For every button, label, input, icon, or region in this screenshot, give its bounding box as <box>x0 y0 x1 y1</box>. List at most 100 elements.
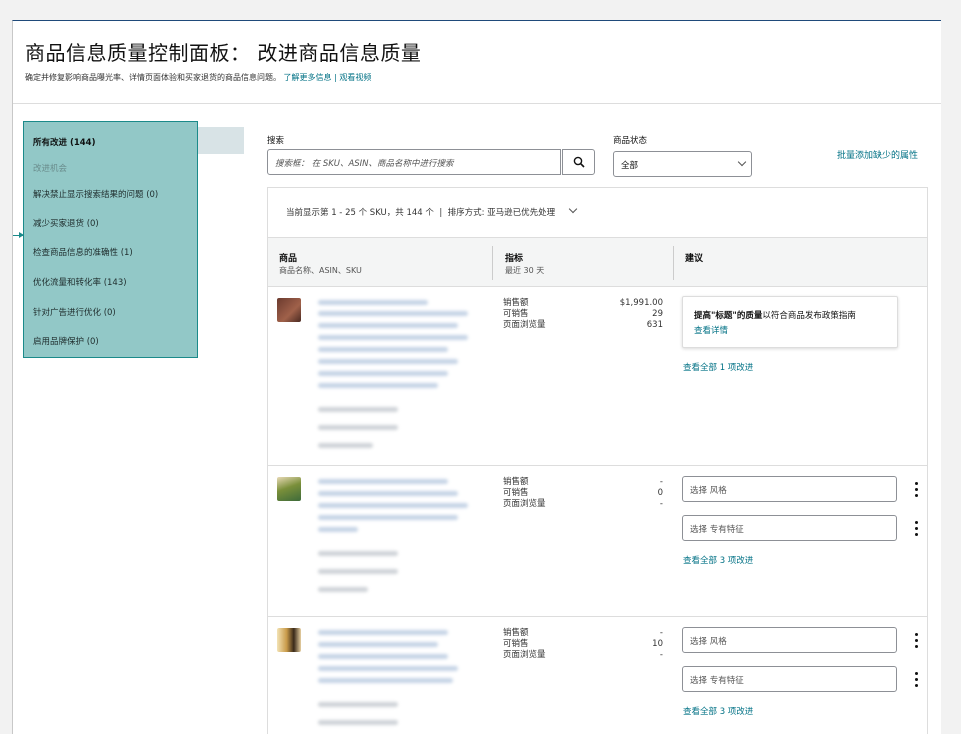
metric-labels: 销售额 可销售 页面浏览量 <box>503 298 546 331</box>
table-row: 销售额 可销售 页面浏览量 - 0 - 选择 风格 选择 专有特征 查看全部 3… <box>268 467 927 617</box>
product-thumbnail[interactable] <box>277 628 301 652</box>
search-input[interactable]: 搜索框： 在 SKU、ASIN、商品名称中进行搜索 <box>267 149 561 175</box>
more-actions-icon[interactable] <box>915 521 919 537</box>
showing-sep: | <box>439 208 443 218</box>
metric-sales-value: - <box>659 628 663 638</box>
search-placeholder: 搜索框： 在 SKU、ASIN、商品名称中进行搜索 <box>275 159 454 169</box>
product-thumbnail[interactable] <box>277 477 301 501</box>
view-all-improvements-link[interactable]: 查看全部 3 项改进 <box>683 705 753 717</box>
style-select-text: 选择 风格 <box>690 486 727 496</box>
feature-select-field[interactable]: 选择 专有特征 <box>682 666 897 692</box>
table-header: 商品 商品名称、ASIN、SKU 指标 最近 30 天 建议 <box>268 237 927 287</box>
metric-sellable-label: 可销售 <box>503 639 529 649</box>
asin-blur <box>318 407 398 412</box>
table-row: 销售额 可销售 页面浏览量 $1,991.00 29 631 提高"标题"的质量… <box>268 288 927 466</box>
metric-sales-label: 销售额 <box>503 628 529 638</box>
style-select-field[interactable]: 选择 风格 <box>682 627 897 653</box>
more-actions-icon[interactable] <box>915 482 919 498</box>
sort-chevron-down-icon[interactable] <box>568 204 578 214</box>
metric-sales-value: - <box>659 477 663 487</box>
view-all-improvements-link[interactable]: 查看全部 1 项改进 <box>683 361 753 373</box>
recommendation-card: 提高"标题"的质量以符合商品发布政策指南 查看详情 <box>682 296 898 348</box>
metric-sellable-label: 可销售 <box>503 488 529 498</box>
metric-pageviews-value: - <box>659 499 663 509</box>
metric-pageviews-label: 页面浏览量 <box>503 499 546 509</box>
product-title-blur <box>318 479 448 484</box>
product-title-blur <box>318 503 468 508</box>
product-title-blur <box>318 323 458 328</box>
col-divider <box>492 246 493 280</box>
watch-video-link[interactable]: 观看视频 <box>339 73 371 82</box>
product-title-blur <box>318 642 438 647</box>
metric-pageviews-value: 631 <box>646 320 663 330</box>
product-title-blur <box>318 527 358 532</box>
improvement-sidebar: 所有改进 (144) 改进机会 解决禁止显示搜索结果的问题 (0) 减少买家退货… <box>23 121 198 358</box>
metric-pageviews-label: 页面浏览量 <box>503 320 546 330</box>
search-button[interactable] <box>562 149 595 175</box>
search-icon <box>573 156 585 168</box>
product-title-blur <box>318 491 458 496</box>
product-title-blur <box>318 654 448 659</box>
page-subtitle: 确定并修复影响商品曝光率、详情页面体验和买家退货的商品信息问题。 了解更多信息 … <box>25 72 371 83</box>
product-title-blur <box>318 347 448 352</box>
product-title-blur <box>318 383 438 388</box>
metric-values: - 0 - <box>658 477 663 510</box>
sidebar-item-traffic[interactable]: 优化流量和转化率 (143) <box>33 276 127 288</box>
status-label: 商品状态 <box>613 136 648 146</box>
sidebar-item-ads[interactable]: 针对广告进行优化 (0) <box>33 306 116 318</box>
header-divider <box>13 103 941 104</box>
page-title: 商品信息质量控制面板： 改进商品信息质量 <box>25 41 422 65</box>
style-select-field[interactable]: 选择 风格 <box>682 476 897 502</box>
product-title-blur <box>318 371 448 376</box>
sidebar-item-suppressed[interactable]: 解决禁止显示搜索结果的问题 (0) <box>33 188 158 200</box>
product-title-blur <box>318 630 448 635</box>
sidebar-item-all[interactable]: 所有改进 (144) <box>33 136 95 148</box>
metric-labels: 销售额 可销售 页面浏览量 <box>503 628 546 661</box>
improvements-table: 当前显示第 1 - 25 个 SKU，共 144 个 | 排序方式: 亚马逊已优… <box>267 187 928 734</box>
view-details-link[interactable]: 查看详情 <box>694 324 728 336</box>
feature-select-text: 选择 专有特征 <box>690 676 744 686</box>
product-title-blur <box>318 311 468 316</box>
bulk-add-attributes-link[interactable]: 批量添加缺少的属性 <box>837 148 918 161</box>
product-title-blur <box>318 678 453 683</box>
metric-sellable-value: 29 <box>652 309 663 319</box>
more-actions-icon[interactable] <box>915 672 919 688</box>
table-row: 销售额 可销售 页面浏览量 - 10 - 选择 风格 选择 专有特征 查看全部 … <box>268 618 927 734</box>
sidebar-item-accuracy[interactable]: 检查商品信息的准确性 (1) <box>33 246 133 258</box>
metric-values: $1,991.00 29 631 <box>620 298 663 331</box>
pagination-summary: 当前显示第 1 - 25 个 SKU，共 144 个 | 排序方式: 亚马逊已优… <box>286 204 578 218</box>
product-title-blur <box>318 335 468 340</box>
rec-rest: 以符合商品发布政策指南 <box>762 311 856 321</box>
showing-text: 当前显示第 1 - 25 个 SKU，共 144 个 <box>286 208 434 218</box>
sort-label: 排序方式: <box>447 208 485 218</box>
sidebar-item-returns[interactable]: 减少买家退货 (0) <box>33 217 99 229</box>
sku-blur <box>318 569 398 574</box>
feature-select-text: 选择 专有特征 <box>690 525 744 535</box>
asin-blur <box>318 551 398 556</box>
view-all-improvements-link[interactable]: 查看全部 3 项改进 <box>683 554 753 566</box>
metric-pageviews-value: - <box>659 650 663 660</box>
metric-labels: 销售额 可销售 页面浏览量 <box>503 477 546 510</box>
status-dropdown[interactable]: 全部 <box>613 151 752 177</box>
metric-sellable-label: 可销售 <box>503 309 529 319</box>
sidebar-item-brand[interactable]: 启用品牌保护 (0) <box>33 335 99 347</box>
link-separator: | <box>334 73 337 82</box>
col-product-title: 商品 <box>279 254 298 264</box>
feature-select-field[interactable]: 选择 专有特征 <box>682 515 897 541</box>
product-thumbnail[interactable] <box>277 298 301 322</box>
asin-blur <box>318 702 398 707</box>
sku-blur <box>318 720 398 725</box>
style-select-text: 选择 风格 <box>690 637 727 647</box>
product-title-blur <box>318 300 428 305</box>
page-frame: 商品信息质量控制面板： 改进商品信息质量 确定并修复影响商品曝光率、详情页面体验… <box>12 20 941 734</box>
metric-sales-label: 销售额 <box>503 477 529 487</box>
callout-arrow-icon <box>19 232 24 238</box>
metric-sales-value: $1,991.00 <box>619 298 663 308</box>
chevron-down-icon <box>737 157 747 167</box>
sort-value[interactable]: 亚马逊已优先处理 <box>487 208 555 218</box>
col-metrics-sub: 最近 30 天 <box>505 266 545 275</box>
rec-bold: 提高"标题"的质量 <box>694 311 763 321</box>
product-title-blur <box>318 359 458 364</box>
more-actions-icon[interactable] <box>915 633 919 649</box>
learn-more-link[interactable]: 了解更多信息 <box>284 73 332 82</box>
